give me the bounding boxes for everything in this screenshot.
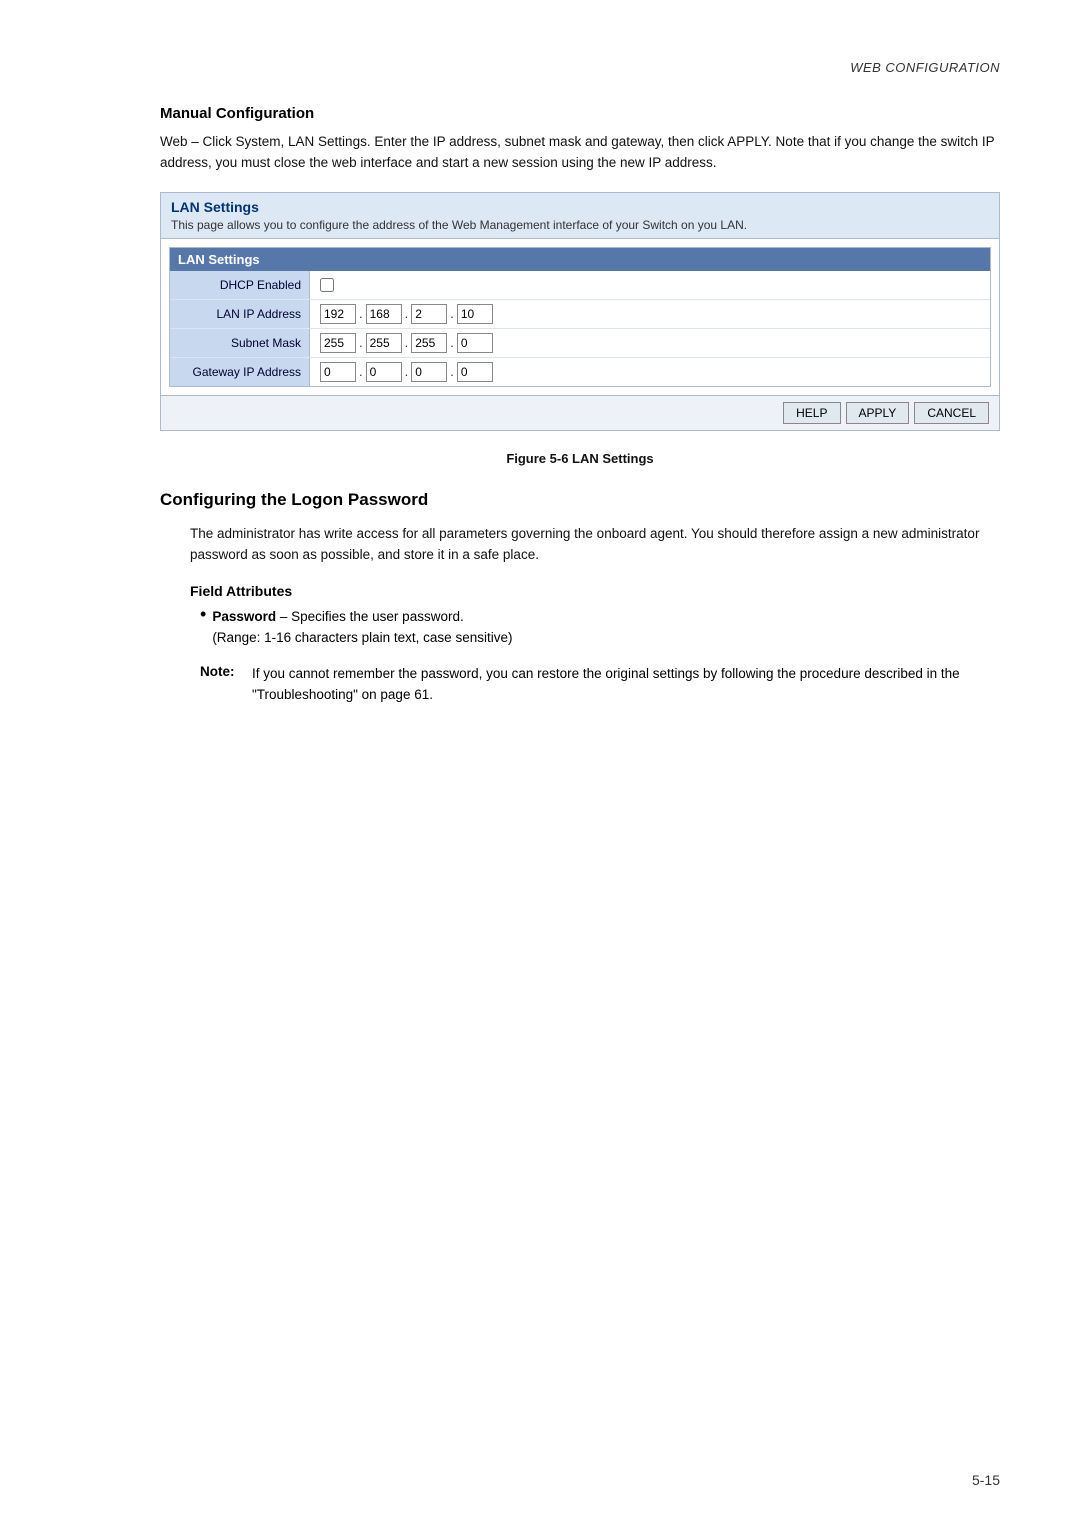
field-attrs-title: Field Attributes: [190, 583, 1000, 599]
header-title: WEB CONFIGURATION: [850, 60, 1000, 75]
lan-ip-octet-4[interactable]: [457, 304, 493, 324]
subnet-mask-octet-1[interactable]: [320, 333, 356, 353]
button-row: HELP APPLY CANCEL: [161, 395, 999, 430]
bullet-dot: •: [200, 605, 206, 648]
dhcp-enabled-value: [310, 275, 344, 295]
lan-ip-octet-3[interactable]: [411, 304, 447, 324]
gateway-ip-octet-3[interactable]: [411, 362, 447, 382]
page-header: WEB CONFIGURATION: [160, 60, 1000, 75]
page-container: WEB CONFIGURATION Manual Configuration W…: [0, 0, 1080, 1528]
sep-dot-6: .: [450, 335, 454, 350]
note-text: If you cannot remember the password, you…: [252, 664, 1000, 706]
sep-dot-7: .: [359, 364, 363, 379]
lan-ip-row: LAN IP Address . . .: [170, 300, 990, 329]
sep-dot-5: .: [405, 335, 409, 350]
gateway-ip-octet-4[interactable]: [457, 362, 493, 382]
subnet-mask-octet-2[interactable]: [366, 333, 402, 353]
gateway-ip-label: Gateway IP Address: [170, 358, 310, 386]
note-row: Note: If you cannot remember the passwor…: [190, 664, 1000, 706]
password-desc: Specifies the user password.: [291, 609, 464, 624]
lan-ip-label: LAN IP Address: [170, 300, 310, 328]
lan-settings-outer-header: LAN Settings This page allows you to con…: [161, 193, 999, 239]
sep-dot-1: .: [359, 306, 363, 321]
dhcp-enabled-row: DHCP Enabled: [170, 271, 990, 300]
subnet-mask-label: Subnet Mask: [170, 329, 310, 357]
note-label: Note:: [200, 664, 238, 706]
subnet-mask-row: Subnet Mask . . .: [170, 329, 990, 358]
gateway-ip-octet-1[interactable]: [320, 362, 356, 382]
subnet-mask-octet-4[interactable]: [457, 333, 493, 353]
lan-settings-outer-desc: This page allows you to configure the ad…: [171, 217, 989, 234]
lan-settings-panel: LAN Settings This page allows you to con…: [160, 192, 1000, 431]
figure-caption: Figure 5-6 LAN Settings: [160, 451, 1000, 466]
manual-config-body: Web – Click System, LAN Settings. Enter …: [160, 132, 1000, 174]
gateway-ip-octet-2[interactable]: [366, 362, 402, 382]
bullet-text: Password – Specifies the user password. …: [212, 607, 512, 648]
password-dash: –: [280, 609, 291, 624]
lan-settings-inner: LAN Settings DHCP Enabled LAN IP Address…: [169, 247, 991, 387]
cancel-button[interactable]: CANCEL: [914, 402, 989, 424]
gateway-ip-value: . . .: [310, 359, 503, 385]
password-term: Password: [212, 609, 276, 624]
logon-intro: The administrator has write access for a…: [190, 524, 1000, 566]
apply-button[interactable]: APPLY: [846, 402, 910, 424]
dhcp-enabled-label: DHCP Enabled: [170, 271, 310, 299]
sep-dot-2: .: [405, 306, 409, 321]
gateway-ip-row: Gateway IP Address . . .: [170, 358, 990, 386]
subnet-mask-octet-3[interactable]: [411, 333, 447, 353]
manual-config-title: Manual Configuration: [160, 105, 1000, 122]
sep-dot-9: .: [450, 364, 454, 379]
page-number: 5-15: [972, 1472, 1000, 1488]
help-button[interactable]: HELP: [783, 402, 840, 424]
dhcp-enabled-checkbox[interactable]: [320, 278, 334, 292]
sep-dot-8: .: [405, 364, 409, 379]
lan-ip-octet-2[interactable]: [366, 304, 402, 324]
sep-dot-4: .: [359, 335, 363, 350]
lan-ip-octet-1[interactable]: [320, 304, 356, 324]
lan-settings-outer-title: LAN Settings: [171, 199, 989, 215]
lan-ip-value: . . .: [310, 301, 503, 327]
password-range: (Range: 1-16 characters plain text, case…: [212, 630, 512, 645]
subnet-mask-value: . . .: [310, 330, 503, 356]
logon-section-title: Configuring the Logon Password: [160, 490, 1000, 510]
lan-settings-inner-title: LAN Settings: [170, 248, 990, 271]
password-bullet: • Password – Specifies the user password…: [190, 607, 1000, 648]
sep-dot-3: .: [450, 306, 454, 321]
